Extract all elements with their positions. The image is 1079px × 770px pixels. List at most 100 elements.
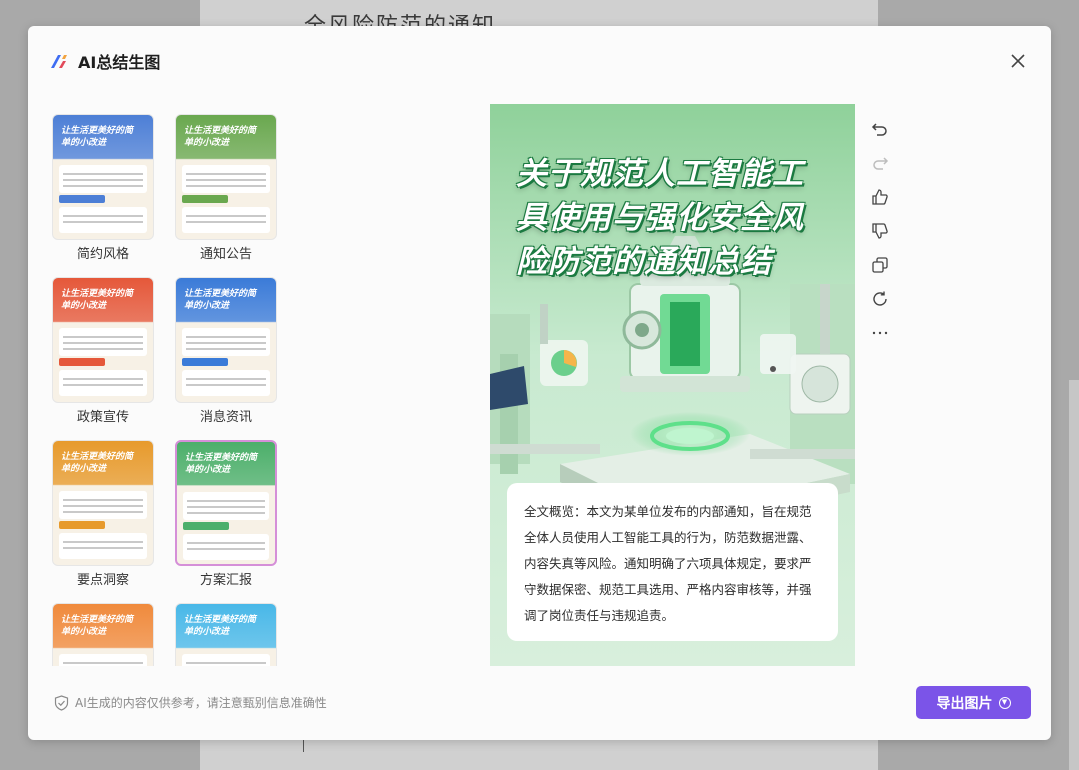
template-content-block <box>59 370 147 396</box>
template-text-line <box>187 500 265 502</box>
more-icon <box>872 331 888 335</box>
template-content-block <box>182 207 270 233</box>
poster-preview: 关于规范人工智能工具使用与强化安全风险防范的通知总结 全文概览：本文为某单位发布… <box>490 104 855 666</box>
template-thumbnail-title: 让生活更美好的简单的小改进 <box>61 615 134 637</box>
template-option[interactable]: 让生活更美好的简单的小改进 <box>175 603 277 666</box>
image-toolbar <box>866 115 894 353</box>
thumbs-down-icon <box>872 223 888 239</box>
template-label: 政策宣传 <box>76 410 129 425</box>
poster-title: 关于规范人工智能工具使用与强化安全风险防范的通知总结 <box>516 156 804 280</box>
template-text-line <box>186 173 266 175</box>
template-text-line <box>63 185 143 187</box>
ai-logo-icon <box>51 55 67 68</box>
template-text-line <box>186 215 266 217</box>
template-text-line <box>63 384 143 386</box>
template-text-line <box>186 384 266 386</box>
copy-icon <box>872 257 888 273</box>
ai-disclaimer: AI生成的内容仅供参考，请注意甄别信息准确性 <box>54 694 327 711</box>
template-thumbnail: 让生活更美好的简单的小改进 <box>175 603 277 666</box>
template-option[interactable]: 让生活更美好的简单的小改进方案汇报 <box>175 440 277 590</box>
template-label: 消息资讯 <box>199 410 252 425</box>
template-thumbnail: 让生活更美好的简单的小改进 <box>175 114 277 240</box>
template-option[interactable]: 让生活更美好的简单的小改进消息资讯 <box>175 277 277 427</box>
ai-summary-image-dialog: AI总结生图 让生活更美好的简单的小改进 简约风格 让生活更美好的简单的小改进 通知公… <box>28 26 1051 740</box>
template-text-line <box>63 179 143 181</box>
poster-summary: 全文概览：本文为某单位发布的内部通知，旨在规范全体人员使用人工智能工具的行为，防… <box>507 483 838 641</box>
template-thumbnail: 让生活更美好的简单的小改进 <box>52 277 154 403</box>
template-text-line <box>63 336 143 338</box>
template-thumbnail-title: 让生活更美好的简单的小改进 <box>184 126 257 148</box>
template-section-tag <box>59 195 105 203</box>
template-option[interactable]: 让生活更美好的简单的小改进 通知公告 <box>175 114 277 264</box>
template-section-tag <box>183 522 229 530</box>
template-text-line <box>186 336 266 338</box>
template-thumbnail-title: 让生活更美好的简单的小改进 <box>61 452 134 474</box>
template-thumbnail: 让生活更美好的简单的小改进 <box>175 277 277 403</box>
template-text-line <box>63 499 143 501</box>
template-thumbnail: 让生活更美好的简单的小改进 <box>52 440 154 566</box>
close-icon <box>1011 54 1025 68</box>
template-text-line <box>63 221 143 223</box>
disclaimer-text: AI生成的内容仅供参考，请注意甄别信息准确性 <box>75 696 327 710</box>
template-content-block <box>59 207 147 233</box>
template-text-line <box>186 342 266 344</box>
dislike-button[interactable] <box>866 217 894 245</box>
redo-icon <box>873 157 889 170</box>
like-button[interactable] <box>866 183 894 211</box>
close-button[interactable] <box>1007 50 1029 72</box>
template-text-line <box>63 215 143 217</box>
template-option[interactable]: 让生活更美好的简单的小改进简约风格 <box>52 114 154 264</box>
dialog-title: AI总结生图 <box>78 53 161 72</box>
template-thumbnail: 让生活更美好的简单的小改进 <box>175 440 277 566</box>
template-text-line <box>63 378 143 380</box>
template-text-line <box>186 185 266 187</box>
template-gallery[interactable]: 让生活更美好的简单的小改进 简约风格 让生活更美好的简单的小改进 通知公告 让生活更美好… <box>52 114 292 666</box>
template-text-line <box>63 662 143 664</box>
regenerate-button[interactable] <box>866 285 894 313</box>
redo-button[interactable] <box>866 149 894 177</box>
more-button[interactable] <box>866 319 894 347</box>
template-thumbnail-title: 让生活更美好的简单的小改进 <box>184 289 257 311</box>
template-label: 要点洞察 <box>76 573 129 588</box>
template-text-line <box>63 348 143 350</box>
undo-button[interactable] <box>866 115 894 143</box>
template-content-block <box>182 654 270 666</box>
template-text-line <box>187 542 265 544</box>
template-section-tag <box>182 358 228 366</box>
template-text-line <box>186 662 266 664</box>
chevron-down-icon: ▼ <box>998 696 1011 709</box>
template-content-block <box>183 534 269 560</box>
template-text-line <box>187 506 265 508</box>
thumbs-up-icon <box>872 189 888 205</box>
template-text-line <box>186 348 266 350</box>
template-text-line <box>63 173 143 175</box>
template-text-line <box>63 541 143 543</box>
template-text-line <box>63 505 143 507</box>
template-option[interactable]: 让生活更美好的简单的小改进要点洞察 <box>52 440 154 590</box>
template-text-line <box>187 512 265 514</box>
template-option[interactable]: 让生活更美好的简单的小改进 <box>52 603 154 666</box>
template-text-line <box>63 547 143 549</box>
template-text-line <box>63 511 143 513</box>
template-label: 简约风格 <box>76 247 129 262</box>
template-option[interactable]: 让生活更美好的简单的小改进政策宣传 <box>52 277 154 427</box>
template-content-block <box>182 370 270 396</box>
template-text-line <box>63 342 143 344</box>
text-caret <box>303 738 304 752</box>
template-thumbnail: 让生活更美好的简单的小改进 <box>52 114 154 240</box>
export-image-button[interactable]: 导出图片 ▼ <box>916 686 1031 719</box>
undo-icon <box>871 123 887 136</box>
template-label: 方案汇报 <box>199 573 252 588</box>
template-thumbnail-title: 让生活更美好的简单的小改进 <box>184 615 257 637</box>
copy-button[interactable] <box>866 251 894 279</box>
template-thumbnail-title: 让生活更美好的简单的小改进 <box>185 453 258 475</box>
template-section-tag <box>59 358 105 366</box>
background-scrollbar <box>1069 380 1079 770</box>
template-section-tag <box>182 195 228 203</box>
regenerate-icon <box>873 291 887 306</box>
template-content-block <box>59 654 147 666</box>
template-thumbnail-title: 让生活更美好的简单的小改进 <box>61 126 134 148</box>
dialog-header: AI总结生图 <box>50 50 160 72</box>
template-thumbnail: 让生活更美好的简单的小改进 <box>52 603 154 666</box>
template-section-tag <box>59 521 105 529</box>
